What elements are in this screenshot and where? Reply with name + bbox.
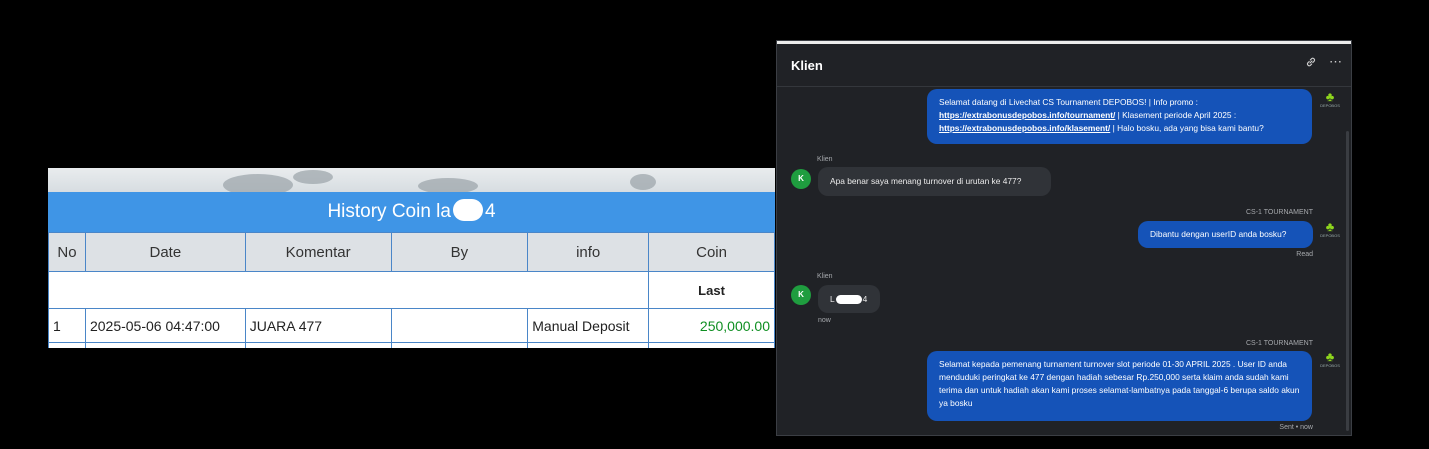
redacted-userid [835, 295, 862, 305]
tournament-link[interactable]: https://extrabonusdepobos.info/tournamen… [939, 110, 1115, 120]
userid-suffix: 4 [862, 294, 868, 304]
history-coin-panel: History Coin la 4 No Date Komentar By inf… [48, 168, 775, 348]
subheader-last: Last [648, 271, 775, 309]
user-message-userid: L4 [818, 285, 880, 313]
col-header-date[interactable]: Date [84, 232, 246, 272]
chat-header: Klien ⋯ [777, 44, 1351, 87]
history-coin-table: No Date Komentar By info Coin Last 1 202… [48, 232, 775, 348]
col-header-no[interactable]: No [48, 232, 86, 272]
agent-message-winner: Selamat kepada pemenang turnament turnov… [927, 351, 1312, 421]
more-icon[interactable]: ⋯ [1329, 54, 1342, 70]
cell-komentar: JUARA 477 [244, 308, 392, 343]
user-message-question: Apa benar saya menang turnover di urutan… [818, 167, 1051, 196]
agent-message-ask-userid: Dibantu dengan userID anda bosku? [1138, 221, 1313, 248]
subheader-empty [48, 271, 650, 309]
agent-avatar-logo: ♣ DEPOBOS [1320, 349, 1340, 368]
cell-coin: 250,000.00 [648, 308, 775, 343]
history-title: History Coin la 4 [48, 192, 775, 232]
map-banner-image [48, 168, 775, 196]
link-icon[interactable] [1305, 56, 1317, 71]
welcome-text: Selamat datang di Livechat CS Tournament… [939, 97, 1198, 107]
sender-label: Klien [817, 273, 833, 280]
history-title-prefix: History Coin la [327, 201, 451, 222]
agent-name-label: CS-1 TOURNAMENT [1245, 209, 1313, 216]
chat-title: Klien [791, 58, 823, 73]
message-time: now [818, 317, 831, 324]
col-header-info[interactable]: info [527, 232, 650, 272]
agent-avatar-logo: ♣ DEPOBOS [1320, 89, 1340, 108]
cell-info: Manual Deposit [527, 308, 650, 343]
col-header-komentar[interactable]: Komentar [244, 232, 392, 272]
user-avatar: K [791, 285, 811, 305]
read-receipt: Read [1296, 251, 1313, 258]
user-avatar: K [791, 169, 811, 189]
agent-name-label: CS-1 TOURNAMENT [1245, 340, 1313, 347]
klasement-text: | Klasement periode April 2025 : [1115, 110, 1237, 120]
chat-scrollbar[interactable] [1346, 131, 1349, 431]
cell-by [390, 308, 529, 343]
col-header-by[interactable]: By [390, 232, 529, 272]
sent-receipt: Sent • now [1279, 424, 1313, 431]
col-header-coin[interactable]: Coin [648, 232, 775, 272]
redacted-username [452, 198, 483, 221]
klasement-link[interactable]: https://extrabonusdepobos.info/klasement… [939, 123, 1110, 133]
chat-window: Klien ⋯ Selamat datang di Livechat CS To… [776, 40, 1352, 436]
table-subheader-row: Last [48, 271, 775, 309]
table-row: 1 2025-05-06 04:47:00 JUARA 477 Manual D… [48, 308, 775, 343]
table-row-partial [48, 342, 775, 348]
table-header-row: No Date Komentar By info Coin [48, 232, 775, 272]
sender-label: Klien [817, 156, 833, 163]
cell-no: 1 [48, 308, 86, 343]
agent-message-welcome: Selamat datang di Livechat CS Tournament… [927, 89, 1312, 144]
userid-prefix: L [830, 294, 835, 304]
agent-avatar-logo: ♣ DEPOBOS [1320, 219, 1340, 238]
cell-date: 2025-05-06 04:47:00 [84, 308, 246, 343]
greeting-text: | Halo bosku, ada yang bisa kami bantu? [1110, 123, 1264, 133]
history-title-suffix: 4 [484, 201, 496, 222]
